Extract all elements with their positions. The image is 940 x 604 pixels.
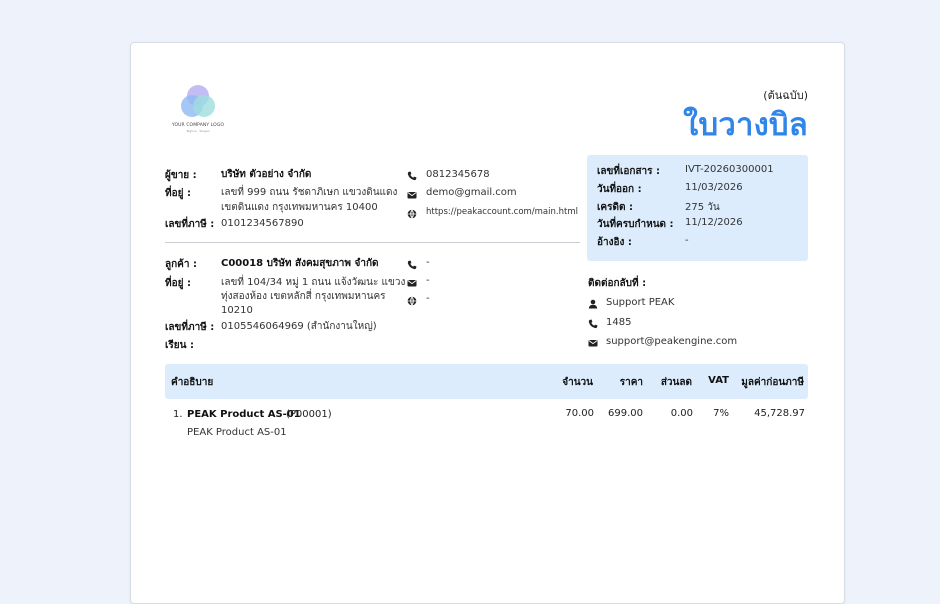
seller-phone: 0812345678 [426,169,490,180]
customer-address-label: ที่อยู่ : [165,278,191,289]
customer-address-line1: เลขที่ 104/34 หมู่ 1 ถนน แจ้งวัฒนะ แขวง [221,277,406,288]
row-discount: 0.00 [670,408,693,419]
customer-label: ลูกค้า : [165,259,197,270]
document-title: ใบวางบิล [683,107,808,143]
logo-tagline: Tagline · Slogan [186,129,210,133]
globe-icon [407,296,417,306]
reference: - [685,235,689,246]
issue-date: 11/03/2026 [685,182,743,193]
row-price: 699.00 [608,408,643,419]
doc-number: IVT-20260300001 [685,164,774,175]
contact-email: support@peakengine.com [606,336,738,347]
issue-date-label: วันที่ออก : [597,184,642,195]
credit-term: 275 วัน [685,202,720,213]
column-amount: มูลค่าก่อนภาษี [741,377,804,388]
company-logo: YOUR COMPANY LOGO Tagline · Slogan [171,83,225,133]
envelope-icon [407,190,417,200]
attention-label: เรียน : [165,340,194,351]
column-discount: ส่วนลด [660,377,692,388]
doc-number-label: เลขที่เอกสาร : [597,166,661,177]
customer-phone: - [426,257,430,268]
phone-icon [588,319,598,329]
column-description: คำอธิบาย [171,377,214,388]
customer-address-line3: 10210 [221,305,253,316]
row-quantity: 70.00 [565,408,594,419]
invoice-paper: YOUR COMPANY LOGO Tagline · Slogan (ต้นฉ… [130,42,845,604]
items-table-header: คำอธิบาย จำนวน ราคา ส่วนลด VAT มูลค่าก่อ… [165,364,808,399]
section-divider [165,242,580,243]
seller-address-line2: เขตดินแดง กรุงเทพมหานคร 10400 [221,202,378,213]
contact-name: Support PEAK [606,297,675,308]
contact-title: ติดต่อกลับที่ : [588,278,647,289]
seller-label: ผู้ขาย : [165,170,197,181]
seller-tax-label: เลขที่ภาษี : [165,219,215,230]
customer-name: C00018 บริษัท สังคมสุขภาพ จำกัด [221,258,379,269]
customer-website: - [426,293,430,304]
due-date-label: วันที่ครบกำหนด : [597,219,674,230]
seller-website[interactable]: https://peakaccount.com/main.html [426,207,578,217]
seller-tax-id: 0101234567890 [221,218,304,229]
reference-label: อ้างอิง : [597,237,632,248]
seller-name: บริษัท ตัวอย่าง จำกัด [221,169,312,180]
customer-email: - [426,275,430,286]
column-vat: VAT [708,375,729,386]
row-amount: 45,728.97 [754,408,805,419]
product-name: PEAK Product AS-01 [187,409,301,420]
document-info-panel: เลขที่เอกสาร : IVT-20260300001 วันที่ออก… [587,155,808,261]
phone-icon [407,260,417,270]
logo-text: YOUR COMPANY LOGO [171,123,225,128]
envelope-icon [588,338,598,348]
row-number: 1. [173,409,183,420]
envelope-icon [407,278,417,288]
phone-icon [407,171,417,181]
product-description: PEAK Product AS-01 [187,427,287,438]
seller-email: demo@gmail.com [426,187,517,198]
customer-tax-label: เลขที่ภาษี : [165,322,215,333]
row-vat: 7% [713,408,729,419]
contact-phone: 1485 [606,317,632,328]
customer-address-line2: ทุ่งสองห้อง เขตหลักสี่ กรุงเทพมหานคร [221,291,386,302]
credit-label: เครดิต : [597,202,633,213]
product-code: (P00001) [286,409,332,420]
seller-address-line1: เลขที่ 999 ถนน รัชดาภิเษก แขวงดินแดง [221,187,398,198]
column-quantity: จำนวน [562,377,593,388]
seller-address-label: ที่อยู่ : [165,188,191,199]
due-date: 11/12/2026 [685,217,743,228]
customer-tax-id: 0105546064969 (สำนักงานใหญ่) [221,321,377,332]
column-price: ราคา [619,377,643,388]
globe-icon [407,209,417,219]
user-icon [588,299,598,309]
